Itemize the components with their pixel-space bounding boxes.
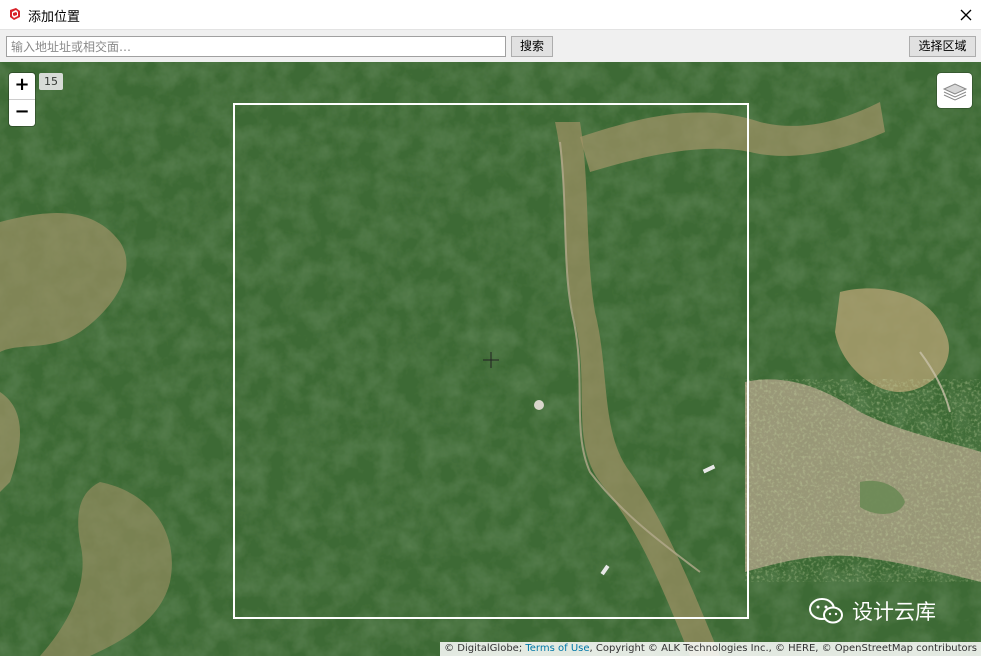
attribution-suffix: , Copyright © ALK Technologies Inc., © H… (589, 643, 977, 654)
zoom-out-button[interactable]: − (9, 100, 35, 126)
layers-icon (942, 82, 967, 101)
title-bar: 添加位置 (0, 0, 981, 29)
watermark-text: 设计云库 (852, 600, 936, 624)
sketchup-icon (10, 8, 20, 20)
close-button[interactable] (951, 0, 981, 29)
zoom-in-button[interactable]: + (9, 73, 35, 99)
terms-of-use-link[interactable]: Terms of Use (525, 643, 589, 654)
close-icon (960, 9, 972, 20)
watermark: 设计云库 (808, 596, 936, 626)
wechat-icon (809, 598, 843, 624)
satellite-map[interactable]: + − 15 设计云库 © DigitalGlobe; Terms of Use… (0, 62, 981, 656)
window-title: 添加位置 (28, 10, 81, 25)
layers-button[interactable] (937, 73, 972, 108)
toolbar: 搜索 选择区域 (0, 29, 981, 62)
zoom-level-badge: 15 (39, 73, 63, 90)
search-button[interactable]: 搜索 (511, 36, 553, 57)
zoom-control: + − (9, 73, 35, 126)
attribution-prefix: © DigitalGlobe; (444, 643, 523, 654)
address-search-input[interactable] (6, 36, 506, 57)
select-region-button[interactable]: 选择区域 (909, 36, 976, 57)
crosshair-icon (483, 352, 499, 368)
map-attribution: © DigitalGlobe; Terms of Use, Copyright … (440, 642, 981, 656)
